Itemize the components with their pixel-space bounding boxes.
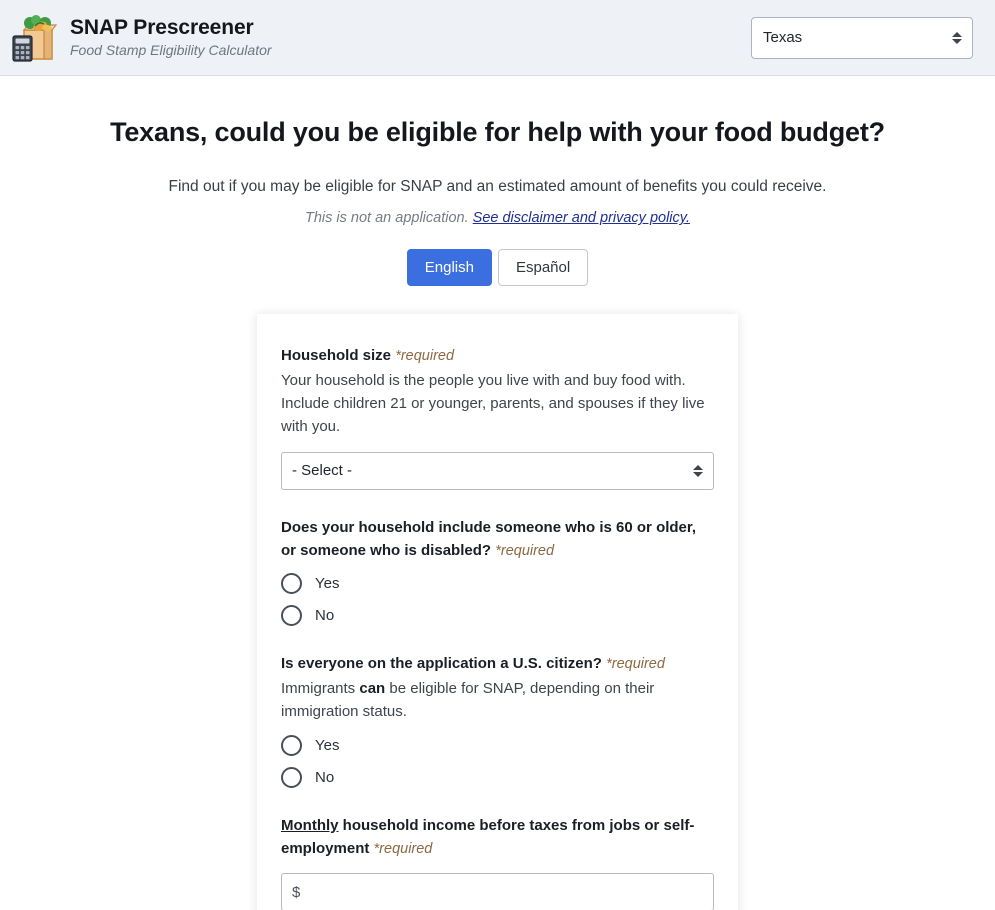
brand: SNAP Prescreener Food Stamp Eligibility …: [10, 12, 272, 64]
required-tag: *required: [373, 840, 433, 857]
prescreener-form-card: Household size *required Your household …: [257, 314, 738, 910]
household-size-select-wrapper[interactable]: - Select -: [281, 451, 714, 490]
radio-circle-icon[interactable]: [281, 573, 302, 595]
citizenship-help-bold: can: [359, 679, 386, 697]
household-size-label: Household size *required: [281, 344, 714, 367]
required-tag: *required: [495, 542, 555, 559]
app-subtitle: Food Stamp Eligibility Calculator: [70, 41, 272, 58]
state-select[interactable]: Texas: [751, 16, 973, 59]
required-tag: *required: [606, 656, 665, 673]
page-title: Texans, could you be eligible for help w…: [110, 117, 885, 147]
citizenship-help: Immigrants can be eligible for SNAP, dep…: [281, 678, 714, 724]
disclaimer-prefix: This is not an application.: [305, 210, 469, 227]
required-tag: *required: [395, 348, 455, 365]
monthly-income-label-underlined: Monthly: [281, 816, 339, 834]
language-button-spanish[interactable]: Español: [497, 248, 589, 287]
radio-label: No: [315, 768, 335, 786]
field-elderly-disabled: Does your household include someone who …: [281, 516, 714, 627]
radio-label: Yes: [315, 575, 340, 593]
brand-text: SNAP Prescreener Food Stamp Eligibility …: [70, 16, 272, 59]
disclaimer-privacy-link[interactable]: See disclaimer and privacy policy.: [473, 210, 690, 226]
monthly-income-label: Monthly household income before taxes fr…: [281, 814, 714, 861]
citizenship-label-text: Is everyone on the application a U.S. ci…: [281, 655, 602, 673]
elderly-disabled-label-text: Does your household include someone who …: [281, 518, 697, 559]
radio-label: No: [315, 607, 335, 625]
intro-section: Texans, could you be eligible for help w…: [0, 76, 995, 287]
state-select-wrapper[interactable]: Texas: [751, 16, 973, 59]
app-title: SNAP Prescreener: [70, 15, 254, 39]
grocery-bag-calculator-icon: [10, 12, 60, 64]
citizenship-radio-no[interactable]: No: [281, 766, 714, 788]
disclaimer-line: This is not an application. See disclaim…: [0, 208, 995, 228]
radio-circle-icon[interactable]: [281, 766, 302, 788]
field-citizenship: Is everyone on the application a U.S. ci…: [281, 652, 714, 788]
language-button-english[interactable]: English: [406, 248, 492, 287]
intro-lede: Find out if you may be eligible for SNAP…: [168, 177, 827, 195]
monthly-income-input[interactable]: [281, 873, 714, 910]
citizenship-help-before: Immigrants: [281, 679, 360, 697]
monthly-income-label-rest: household income before taxes from jobs …: [281, 816, 695, 857]
field-household-size: Household size *required Your household …: [281, 344, 714, 490]
elderly-disabled-radio-no[interactable]: No: [281, 605, 714, 627]
radio-circle-icon[interactable]: [281, 734, 302, 756]
field-monthly-income: Monthly household income before taxes fr…: [281, 814, 714, 910]
household-size-select[interactable]: - Select -: [281, 451, 714, 490]
citizenship-label: Is everyone on the application a U.S. ci…: [281, 652, 714, 675]
language-toggle: English Español: [0, 248, 995, 287]
citizenship-radio-yes[interactable]: Yes: [281, 734, 714, 756]
household-size-label-text: Household size: [281, 347, 392, 365]
elderly-disabled-radio-yes[interactable]: Yes: [281, 573, 714, 595]
elderly-disabled-label: Does your household include someone who …: [281, 516, 714, 563]
radio-circle-icon[interactable]: [281, 605, 302, 627]
household-size-help: Your household is the people you live wi…: [281, 371, 705, 435]
site-header: SNAP Prescreener Food Stamp Eligibility …: [0, 0, 995, 76]
radio-label: Yes: [315, 736, 340, 754]
